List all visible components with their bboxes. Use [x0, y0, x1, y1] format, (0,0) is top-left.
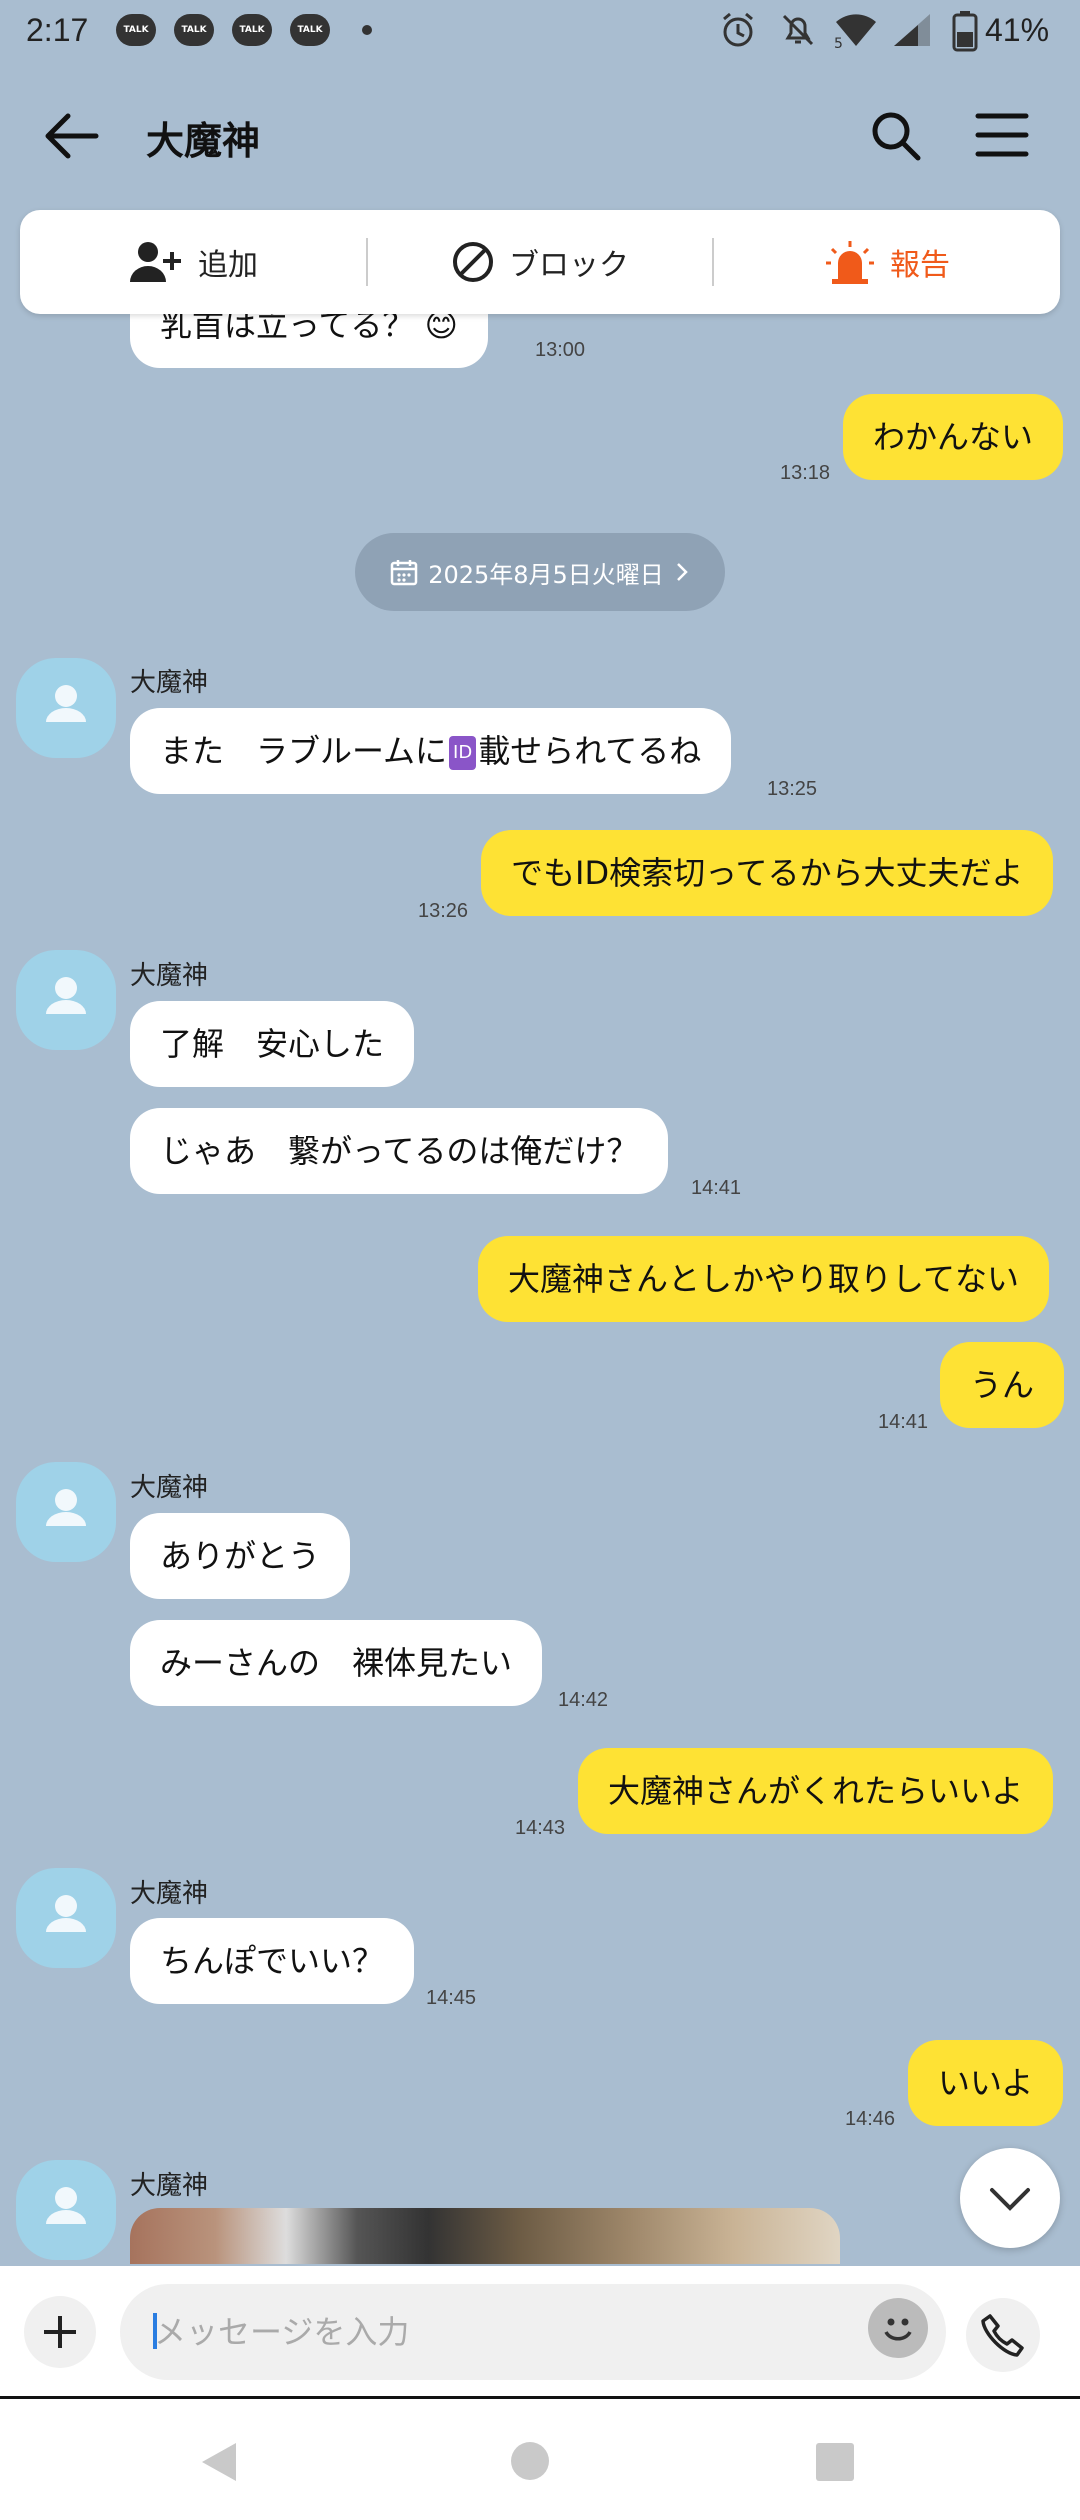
chevron-down-icon [990, 2188, 1030, 2211]
sent-message-bubble[interactable]: 大魔神さんがくれたらいいよ [578, 1748, 1054, 1834]
block-button[interactable]: ブロック [368, 210, 712, 314]
received-message-bubble[interactable]: ありがとう [130, 1513, 351, 1599]
sender-avatar[interactable] [16, 1462, 116, 1562]
add-friend-icon [130, 242, 181, 282]
talk-notification-icon: TALK [232, 14, 272, 46]
siren-icon [826, 241, 874, 284]
wifi-icon: 5 [834, 14, 876, 50]
add-friend-button[interactable]: 追加 [20, 210, 366, 314]
sender-name: 大魔神 [130, 2171, 209, 2201]
attach-plus-button[interactable] [24, 2296, 96, 2368]
id-emoji-icon: ID [449, 736, 477, 770]
sent-message-bubble[interactable]: わかんない [843, 394, 1064, 480]
chat-header: 大魔神 [0, 80, 1080, 190]
message-time: 14:45 [426, 1987, 477, 2009]
sender-avatar[interactable] [16, 658, 116, 758]
received-message-bubble[interactable]: また ラブルームに ID 載せられてるね [130, 708, 732, 794]
text-cursor [153, 2313, 157, 2349]
sender-avatar[interactable] [16, 2160, 116, 2260]
message-time: 13:26 [418, 900, 469, 922]
received-message-bubble[interactable]: みーさんの 裸体見たい [130, 1620, 543, 1706]
received-message-bubble[interactable]: ちんぽでいい？ [130, 1918, 415, 2004]
plus-icon [44, 2316, 76, 2348]
sender-name: 大魔神 [130, 668, 209, 698]
report-button[interactable]: 報告 [714, 210, 1060, 314]
sender-name: 大魔神 [130, 961, 209, 991]
received-message-bubble[interactable]: 了解 安心した [130, 1001, 415, 1087]
message-time: 14:41 [878, 1411, 929, 1433]
message-time: 13:25 [767, 778, 818, 800]
sent-message-bubble[interactable]: いいよ [908, 2040, 1064, 2126]
nav-back-icon[interactable] [196, 2439, 242, 2485]
calendar-icon [390, 560, 418, 586]
mute-bell-icon [782, 14, 814, 46]
signal-icon [894, 14, 930, 46]
battery-percent: 41% [985, 12, 1050, 48]
report-label: 報告 [890, 248, 950, 283]
message-time: 14:43 [515, 1817, 566, 1839]
alarm-icon [723, 12, 753, 47]
sender-name: 大魔神 [130, 1879, 209, 1909]
message-time: 14:42 [558, 1689, 609, 1711]
nav-home-icon[interactable] [508, 2439, 552, 2483]
battery-icon [952, 11, 978, 52]
chat-title: 大魔神 [146, 119, 261, 163]
message-time: 13:00 [535, 339, 586, 361]
sent-message-bubble[interactable]: でもID検索切ってるから大丈夫だよ [481, 830, 1054, 916]
talk-notification-icon: TALK [174, 14, 214, 46]
received-photo-message[interactable] [130, 2208, 840, 2264]
call-button[interactable] [966, 2298, 1040, 2372]
date-label: 2025年8月5日火曜日 [428, 560, 664, 589]
chevron-right-icon [676, 563, 688, 581]
sender-avatar[interactable] [16, 1868, 116, 1968]
system-nav-bar [0, 2396, 1080, 2520]
svg-text:5: 5 [834, 36, 843, 50]
date-divider-pill[interactable]: 2025年8月5日火曜日 [355, 533, 725, 611]
message-time: 13:18 [780, 462, 831, 484]
received-message-bubble[interactable]: じゃあ 繋がってるのは俺だけ？ [130, 1108, 669, 1194]
message-time: 14:41 [691, 1177, 742, 1199]
block-label: ブロック [509, 248, 629, 283]
status-time: 2:17 [26, 12, 89, 48]
block-icon [453, 242, 493, 282]
back-arrow-icon[interactable] [42, 108, 102, 164]
sender-name: 大魔神 [130, 1473, 209, 1503]
search-icon[interactable] [868, 108, 924, 164]
status-bar: 2:17 TALK TALK TALK TALK 5 41% [0, 0, 1080, 64]
talk-notification-icon: TALK [290, 14, 330, 46]
more-notifications-dot-icon [362, 25, 372, 35]
phone-icon [981, 2314, 1024, 2357]
message-time: 14:46 [845, 2108, 896, 2130]
stranger-action-bar: 追加 ブロック 報告 [20, 210, 1060, 314]
scroll-to-bottom-button[interactable] [960, 2148, 1060, 2248]
add-friend-label: 追加 [198, 248, 258, 283]
sender-avatar[interactable] [16, 950, 116, 1050]
message-input[interactable] [120, 2284, 946, 2380]
sent-message-bubble[interactable]: 大魔神さんとしかやり取りしてない [478, 1236, 1050, 1322]
menu-icon[interactable] [974, 110, 1030, 160]
talk-notification-icon: TALK [116, 14, 156, 46]
emoji-button[interactable] [868, 2298, 928, 2358]
sent-message-bubble[interactable]: うん [940, 1342, 1065, 1428]
nav-recents-icon[interactable] [814, 2441, 856, 2483]
smiley-icon [884, 2318, 912, 2341]
